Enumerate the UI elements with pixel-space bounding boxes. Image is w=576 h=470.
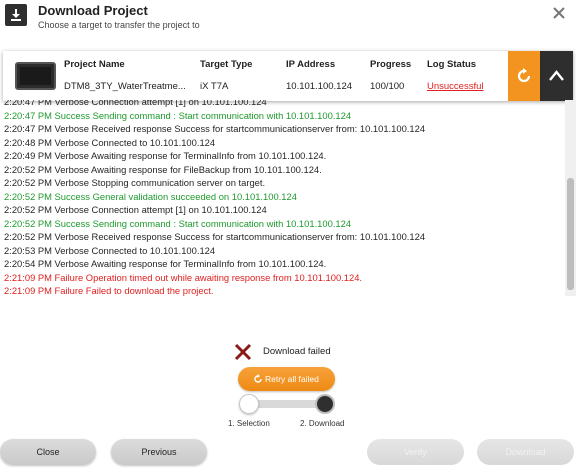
target-device-image xyxy=(15,62,56,90)
close-icon[interactable] xyxy=(550,4,568,22)
log-line: 2:20:49 PM Verbose Awaiting response for… xyxy=(4,150,327,161)
log-line: 2:20:52 PM Verbose Stopping communicatio… xyxy=(4,177,266,188)
column-project-name: Project Name xyxy=(64,59,125,70)
step-download-label: 2. Download xyxy=(300,419,345,428)
ip-address-value: 10.101.100.124 xyxy=(286,81,353,92)
download-icon xyxy=(5,4,27,26)
column-target-type: Target Type xyxy=(200,59,253,70)
collapse-button[interactable] xyxy=(540,51,573,101)
step-download-dot xyxy=(315,394,335,414)
verify-button[interactable]: Verify xyxy=(367,439,464,465)
column-ip-address: IP Address xyxy=(286,59,336,70)
log-line: 2:20:47 PM Success Sending command : Sta… xyxy=(4,109,352,121)
dialog-header: Download Project Choose a target to tran… xyxy=(0,0,576,42)
log-line: 2:20:47 PM Verbose Received response Suc… xyxy=(4,123,426,134)
column-progress: Progress xyxy=(370,59,412,70)
dialog-title: Download Project xyxy=(38,3,148,18)
log-status-link[interactable]: Unsuccessful xyxy=(427,81,484,92)
log-output[interactable]: 2:20:47 PM Verbose Connection attempt [1… xyxy=(0,100,576,296)
x-mark-icon xyxy=(233,342,253,367)
dialog-subtitle: Choose a target to transfer the project … xyxy=(38,20,200,30)
log-line: 2:20:54 PM Verbose Awaiting response for… xyxy=(4,258,327,269)
refresh-button[interactable] xyxy=(508,51,540,101)
log-scroll-thumb[interactable] xyxy=(567,178,574,290)
log-line: 2:20:53 PM Verbose Connected to 10.101.1… xyxy=(4,244,216,256)
refresh-icon xyxy=(254,374,262,383)
step-selection-label: 1. Selection xyxy=(228,419,270,428)
result-text: Download failed xyxy=(263,346,331,357)
log-line: 2:20:52 PM Verbose Received response Suc… xyxy=(4,231,426,242)
previous-button[interactable]: Previous xyxy=(111,439,207,465)
step-selection-dot[interactable] xyxy=(239,394,259,414)
log-lines: 2:20:47 PM Verbose Connection attempt [1… xyxy=(4,100,564,296)
log-line: 2:21:09 PM Failure Operation timed out w… xyxy=(4,271,363,283)
download-button[interactable]: Download xyxy=(477,439,574,465)
log-line: 2:20:52 PM Success Sending command : Sta… xyxy=(4,217,352,229)
log-scrollbar[interactable] xyxy=(565,100,576,296)
column-log-status: Log Status xyxy=(427,59,477,70)
log-line: 2:20:52 PM Verbose Connection attempt [1… xyxy=(4,204,267,215)
retry-label: Retry all failed xyxy=(265,374,319,384)
chevron-up-icon xyxy=(549,70,564,81)
retry-all-failed-button[interactable]: Retry all failed xyxy=(238,367,335,391)
project-name-value: DTM8_3TY_WaterTreatme... xyxy=(64,81,186,92)
log-line: 2:20:47 PM Verbose Connection attempt [1… xyxy=(4,100,267,107)
log-line: 2:20:48 PM Verbose Connected to 10.101.1… xyxy=(4,136,216,148)
target-card[interactable]: Project Name Target Type IP Address Prog… xyxy=(3,51,573,101)
log-line: 2:21:09 PM Failure Failed to download th… xyxy=(4,285,214,296)
progress-value: 100/100 xyxy=(370,81,405,92)
log-line: 2:20:52 PM Success General validation su… xyxy=(4,190,297,202)
refresh-icon xyxy=(517,68,531,83)
target-type-value: iX T7A xyxy=(200,81,229,92)
log-line: 2:20:52 PM Verbose Awaiting response for… xyxy=(4,163,322,175)
close-button[interactable]: Close xyxy=(0,439,96,465)
